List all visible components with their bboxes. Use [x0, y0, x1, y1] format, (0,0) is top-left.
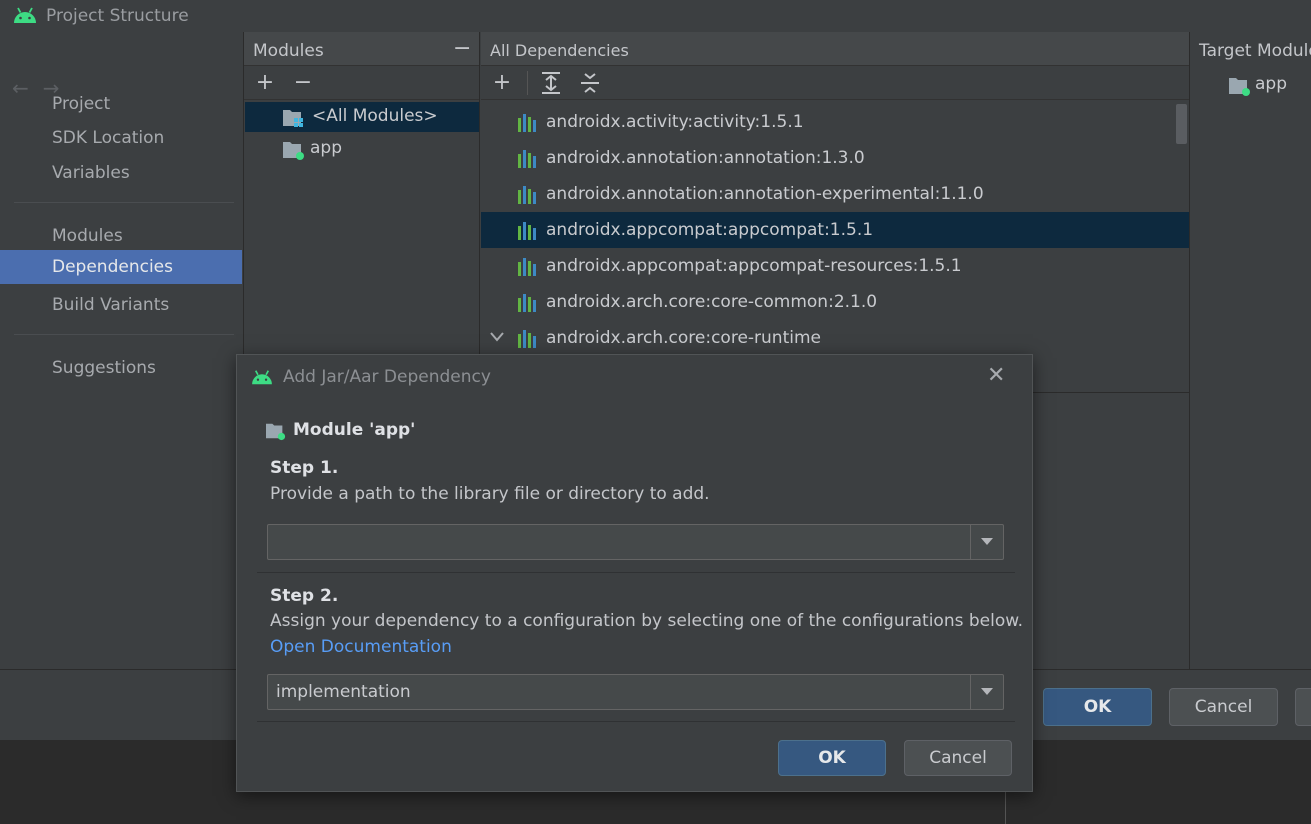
all-modules-icon: [283, 110, 303, 127]
toolbar-divider: [527, 70, 528, 95]
module-folder-icon: [266, 423, 286, 441]
step-separator: [257, 721, 1015, 722]
dependency-row[interactable]: androidx.activity:activity:1.5.1: [481, 104, 1189, 140]
add-module-icon[interactable]: +: [254, 71, 276, 94]
modules-header: Modules −: [244, 32, 479, 66]
nav-item-suggestions[interactable]: Suggestions: [0, 351, 242, 385]
open-documentation-link[interactable]: Open Documentation: [270, 637, 452, 657]
expand-all-icon[interactable]: [540, 71, 562, 95]
library-icon: [518, 258, 536, 276]
nav-separator: [14, 202, 234, 203]
target-modules-panel: Target Modules app: [1189, 32, 1311, 670]
dependencies-header: All Dependencies: [481, 32, 1189, 66]
target-modules-header: Target Modules: [1199, 41, 1311, 61]
module-label: <All Modules>: [312, 106, 438, 126]
chevron-down-icon[interactable]: [490, 332, 504, 342]
collapse-all-icon[interactable]: [579, 71, 601, 95]
remove-module-icon[interactable]: −: [292, 71, 314, 94]
dependencies-scrollbar[interactable]: [1176, 104, 1187, 144]
library-icon: [518, 222, 536, 240]
dependency-row[interactable]: androidx.annotation:annotation:1.3.0: [481, 140, 1189, 176]
target-module-label: app: [1255, 74, 1287, 94]
dependency-label: androidx.activity:activity:1.5.1: [546, 112, 804, 132]
step1-description: Provide a path to the library file or di…: [270, 484, 710, 504]
dependency-label: androidx.appcompat:appcompat-resources:1…: [546, 256, 962, 276]
android-icon: [252, 370, 272, 385]
dependency-row[interactable]: androidx.arch.core:core-common:2.1.0: [481, 284, 1189, 320]
ok-button[interactable]: OK: [1043, 688, 1152, 726]
nav-separator: [14, 334, 234, 335]
library-icon: [518, 114, 536, 132]
library-path-combobox[interactable]: [267, 524, 1004, 560]
modules-header-label: Modules: [253, 41, 324, 61]
dependency-label: androidx.arch.core:core-common:2.1.0: [546, 292, 878, 312]
step-separator: [257, 572, 1015, 573]
module-folder-icon: [283, 142, 304, 160]
module-label: app: [310, 138, 342, 158]
dialog-cancel-button[interactable]: Cancel: [904, 740, 1012, 776]
dialog-ok-button[interactable]: OK: [778, 740, 886, 776]
close-icon[interactable]: ✕: [987, 363, 1005, 388]
nav-item-modules[interactable]: Modules: [0, 219, 242, 253]
dependency-label: androidx.annotation:annotation-experimen…: [546, 184, 984, 204]
dependency-row-selected[interactable]: androidx.appcompat:appcompat:1.5.1: [481, 212, 1189, 248]
cancel-button[interactable]: Cancel: [1169, 688, 1278, 726]
dependency-row[interactable]: androidx.annotation:annotation-experimen…: [481, 176, 1189, 212]
step2-description: Assign your dependency to a configuratio…: [270, 611, 1023, 631]
dependency-row[interactable]: androidx.arch.core:core-runtime: [481, 320, 1189, 356]
apply-button-partial[interactable]: [1295, 688, 1311, 726]
nav-item-project[interactable]: Project: [0, 87, 242, 121]
dependency-label: androidx.appcompat:appcompat:1.5.1: [546, 220, 874, 240]
nav-item-dependencies[interactable]: Dependencies: [0, 250, 242, 284]
chevron-down-icon: [981, 688, 993, 695]
step1-title: Step 1.: [270, 458, 339, 478]
module-name-label: Module 'app': [293, 420, 416, 440]
dependencies-toolbar: +: [481, 66, 1189, 100]
library-icon: [518, 150, 536, 168]
dependency-label: androidx.arch.core:core-runtime: [546, 328, 821, 348]
add-dependency-icon[interactable]: +: [491, 71, 513, 94]
module-item-all-modules[interactable]: <All Modules>: [245, 102, 479, 132]
title-bar: Project Structure: [0, 0, 1311, 32]
module-item-app[interactable]: app: [245, 134, 479, 164]
collapse-panel-icon[interactable]: −: [453, 30, 471, 68]
android-icon: [14, 7, 36, 23]
add-jar-aar-dependency-dialog: Add Jar/Aar Dependency ✕ Module 'app' St…: [236, 354, 1033, 792]
library-icon: [518, 294, 536, 312]
module-folder-icon: [1229, 78, 1250, 96]
dependency-row[interactable]: androidx.appcompat:appcompat-resources:1…: [481, 248, 1189, 284]
nav-item-variables[interactable]: Variables: [0, 156, 242, 190]
nav-item-sdk-location[interactable]: SDK Location: [0, 121, 242, 155]
dialog-title: Add Jar/Aar Dependency: [283, 367, 491, 387]
library-icon: [518, 186, 536, 204]
modules-toolbar: + −: [244, 66, 479, 100]
configuration-combobox[interactable]: implementation: [267, 674, 1004, 710]
configuration-value: implementation: [276, 682, 411, 702]
left-navigation: ← → Project SDK Location Variables Modul…: [0, 32, 243, 670]
nav-item-build-variants[interactable]: Build Variants: [0, 288, 242, 322]
target-module-item-app[interactable]: app: [1190, 70, 1311, 100]
library-icon: [518, 330, 536, 348]
dropdown-button[interactable]: [970, 675, 1003, 709]
dependency-label: androidx.annotation:annotation:1.3.0: [546, 148, 865, 168]
window-title: Project Structure: [46, 6, 189, 26]
chevron-down-icon: [981, 538, 993, 545]
step2-title: Step 2.: [270, 586, 339, 606]
dropdown-button[interactable]: [970, 525, 1003, 559]
